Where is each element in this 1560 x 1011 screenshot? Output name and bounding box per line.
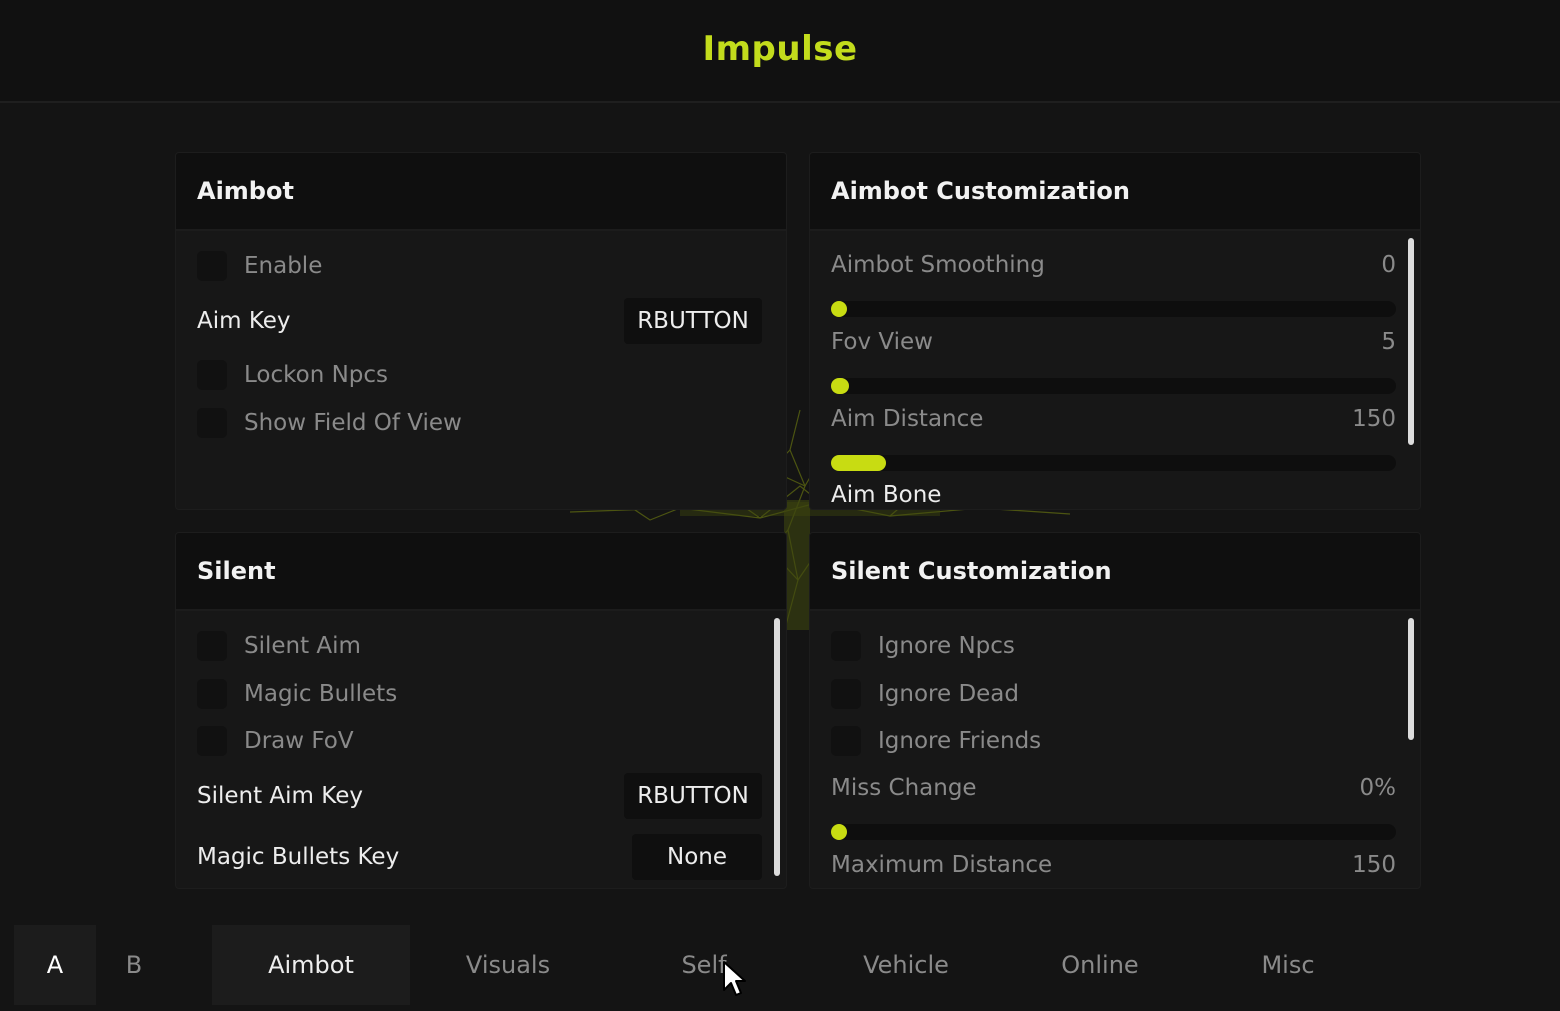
silent-customization-scrollbar[interactable] [1408,618,1414,740]
miss-change-label: Miss Change [831,775,977,801]
draw-fov-checkbox[interactable] [197,726,227,756]
app-header: Impulse [0,0,1560,103]
mouse-cursor-icon [723,961,746,996]
silent-aim-row[interactable]: Silent Aim [197,629,361,663]
ignore-friends-label: Ignore Friends [878,728,1042,754]
aim-distance-slider[interactable] [831,455,1396,471]
maximum-distance-label: Maximum Distance [831,852,1053,878]
aimbot-smoothing-slider[interactable] [831,301,1396,317]
fov-view-slider[interactable] [831,378,1396,394]
aimbot-smoothing-value: 0 [1381,252,1396,278]
magic-bullets-label: Magic Bullets [244,681,398,707]
ignore-dead-row[interactable]: Ignore Dead [831,677,1019,711]
aimbot-customization-header: Aimbot Customization [810,153,1420,231]
aimbot-panel-header: Aimbot [176,153,786,231]
fov-view-slider-block: Fov View 5 [831,327,1396,394]
aimbot-smoothing-label: Aimbot Smoothing [831,252,1045,278]
bottom-tab-bar: A B Aimbot Visuals Self Vehicle Online M… [0,920,1560,1011]
aim-key-button[interactable]: RBUTTON [624,298,762,344]
aimbot-customization-scrollbar[interactable] [1408,238,1414,445]
tab-vehicle[interactable]: Vehicle [808,925,1004,1005]
aimbot-customization-title: Aimbot Customization [831,177,1130,205]
ignore-dead-checkbox[interactable] [831,679,861,709]
silent-aim-key-button[interactable]: RBUTTON [624,773,762,819]
app-title: Impulse [702,28,858,69]
enable-toggle-row[interactable]: Enable [197,249,322,283]
ignore-npcs-label: Ignore Npcs [878,633,1015,659]
aim-distance-value: 150 [1352,406,1396,432]
maximum-distance-slider-block: Maximum Distance 150 [831,850,1396,880]
sub-tab-a[interactable]: A [14,925,96,1005]
silent-panel: Silent Silent Aim Magic Bullets Draw FoV… [175,532,787,889]
fov-view-fill [831,378,849,394]
tab-online[interactable]: Online [1002,925,1198,1005]
lockon-npcs-label: Lockon Npcs [244,362,389,388]
magic-bullets-key-label: Magic Bullets Key [197,844,400,870]
silent-panel-title: Silent [197,557,276,585]
aimbot-panel: Aimbot Enable Aim Key RBUTTON Lockon Npc… [175,152,787,510]
sub-tab-b[interactable]: B [96,925,172,1005]
silent-aim-checkbox[interactable] [197,631,227,661]
silent-customization-title: Silent Customization [831,557,1112,585]
aimbot-customization-panel: Aimbot Customization Aimbot Smoothing 0 … [809,152,1421,510]
aim-bone-label: Aim Bone [831,482,942,508]
silent-aim-label: Silent Aim [244,633,361,659]
silent-aim-key-label: Silent Aim Key [197,783,363,809]
tab-visuals[interactable]: Visuals [410,925,606,1005]
magic-bullets-row[interactable]: Magic Bullets [197,677,397,711]
maximum-distance-value: 150 [1352,852,1396,878]
fov-view-value: 5 [1381,329,1396,355]
miss-change-slider[interactable] [831,824,1396,840]
aimbot-smoothing-fill [831,301,847,317]
tab-aimbot[interactable]: Aimbot [212,925,410,1005]
ignore-npcs-checkbox[interactable] [831,631,861,661]
magic-bullets-checkbox[interactable] [197,679,227,709]
ignore-dead-label: Ignore Dead [878,681,1019,707]
enable-label: Enable [244,253,323,279]
ignore-friends-row[interactable]: Ignore Friends [831,724,1041,758]
draw-fov-row[interactable]: Draw FoV [197,724,354,758]
silent-panel-scrollbar[interactable] [774,618,780,876]
aimbot-panel-title: Aimbot [197,177,294,205]
magic-bullets-key-row: Magic Bullets Key None [197,834,762,880]
miss-change-value: 0% [1359,775,1397,801]
draw-fov-label: Draw FoV [244,728,354,754]
ignore-friends-checkbox[interactable] [831,726,861,756]
aim-distance-fill [831,455,886,471]
miss-change-fill [831,824,847,840]
aimbot-smoothing-slider-block: Aimbot Smoothing 0 [831,250,1396,317]
silent-panel-header: Silent [176,533,786,611]
silent-customization-header: Silent Customization [810,533,1420,611]
aim-key-row: Aim Key RBUTTON [197,298,762,344]
silent-customization-panel: Silent Customization Ignore Npcs Ignore … [809,532,1421,889]
tab-misc[interactable]: Misc [1190,925,1386,1005]
show-fov-checkbox[interactable] [197,408,227,438]
silent-aim-key-row: Silent Aim Key RBUTTON [197,773,762,819]
show-fov-row[interactable]: Show Field Of View [197,406,462,440]
fov-view-label: Fov View [831,329,933,355]
lockon-npcs-checkbox[interactable] [197,360,227,390]
aim-distance-slider-block: Aim Distance 150 [831,404,1396,471]
magic-bullets-key-button[interactable]: None [632,834,762,880]
aim-key-label: Aim Key [197,308,291,334]
ignore-npcs-row[interactable]: Ignore Npcs [831,629,1015,663]
tab-self[interactable]: Self [606,925,802,1005]
aim-distance-label: Aim Distance [831,406,984,432]
miss-change-slider-block: Miss Change 0% [831,773,1396,840]
lockon-npcs-row[interactable]: Lockon Npcs [197,358,388,392]
enable-checkbox[interactable] [197,251,227,281]
show-fov-label: Show Field Of View [244,410,462,436]
